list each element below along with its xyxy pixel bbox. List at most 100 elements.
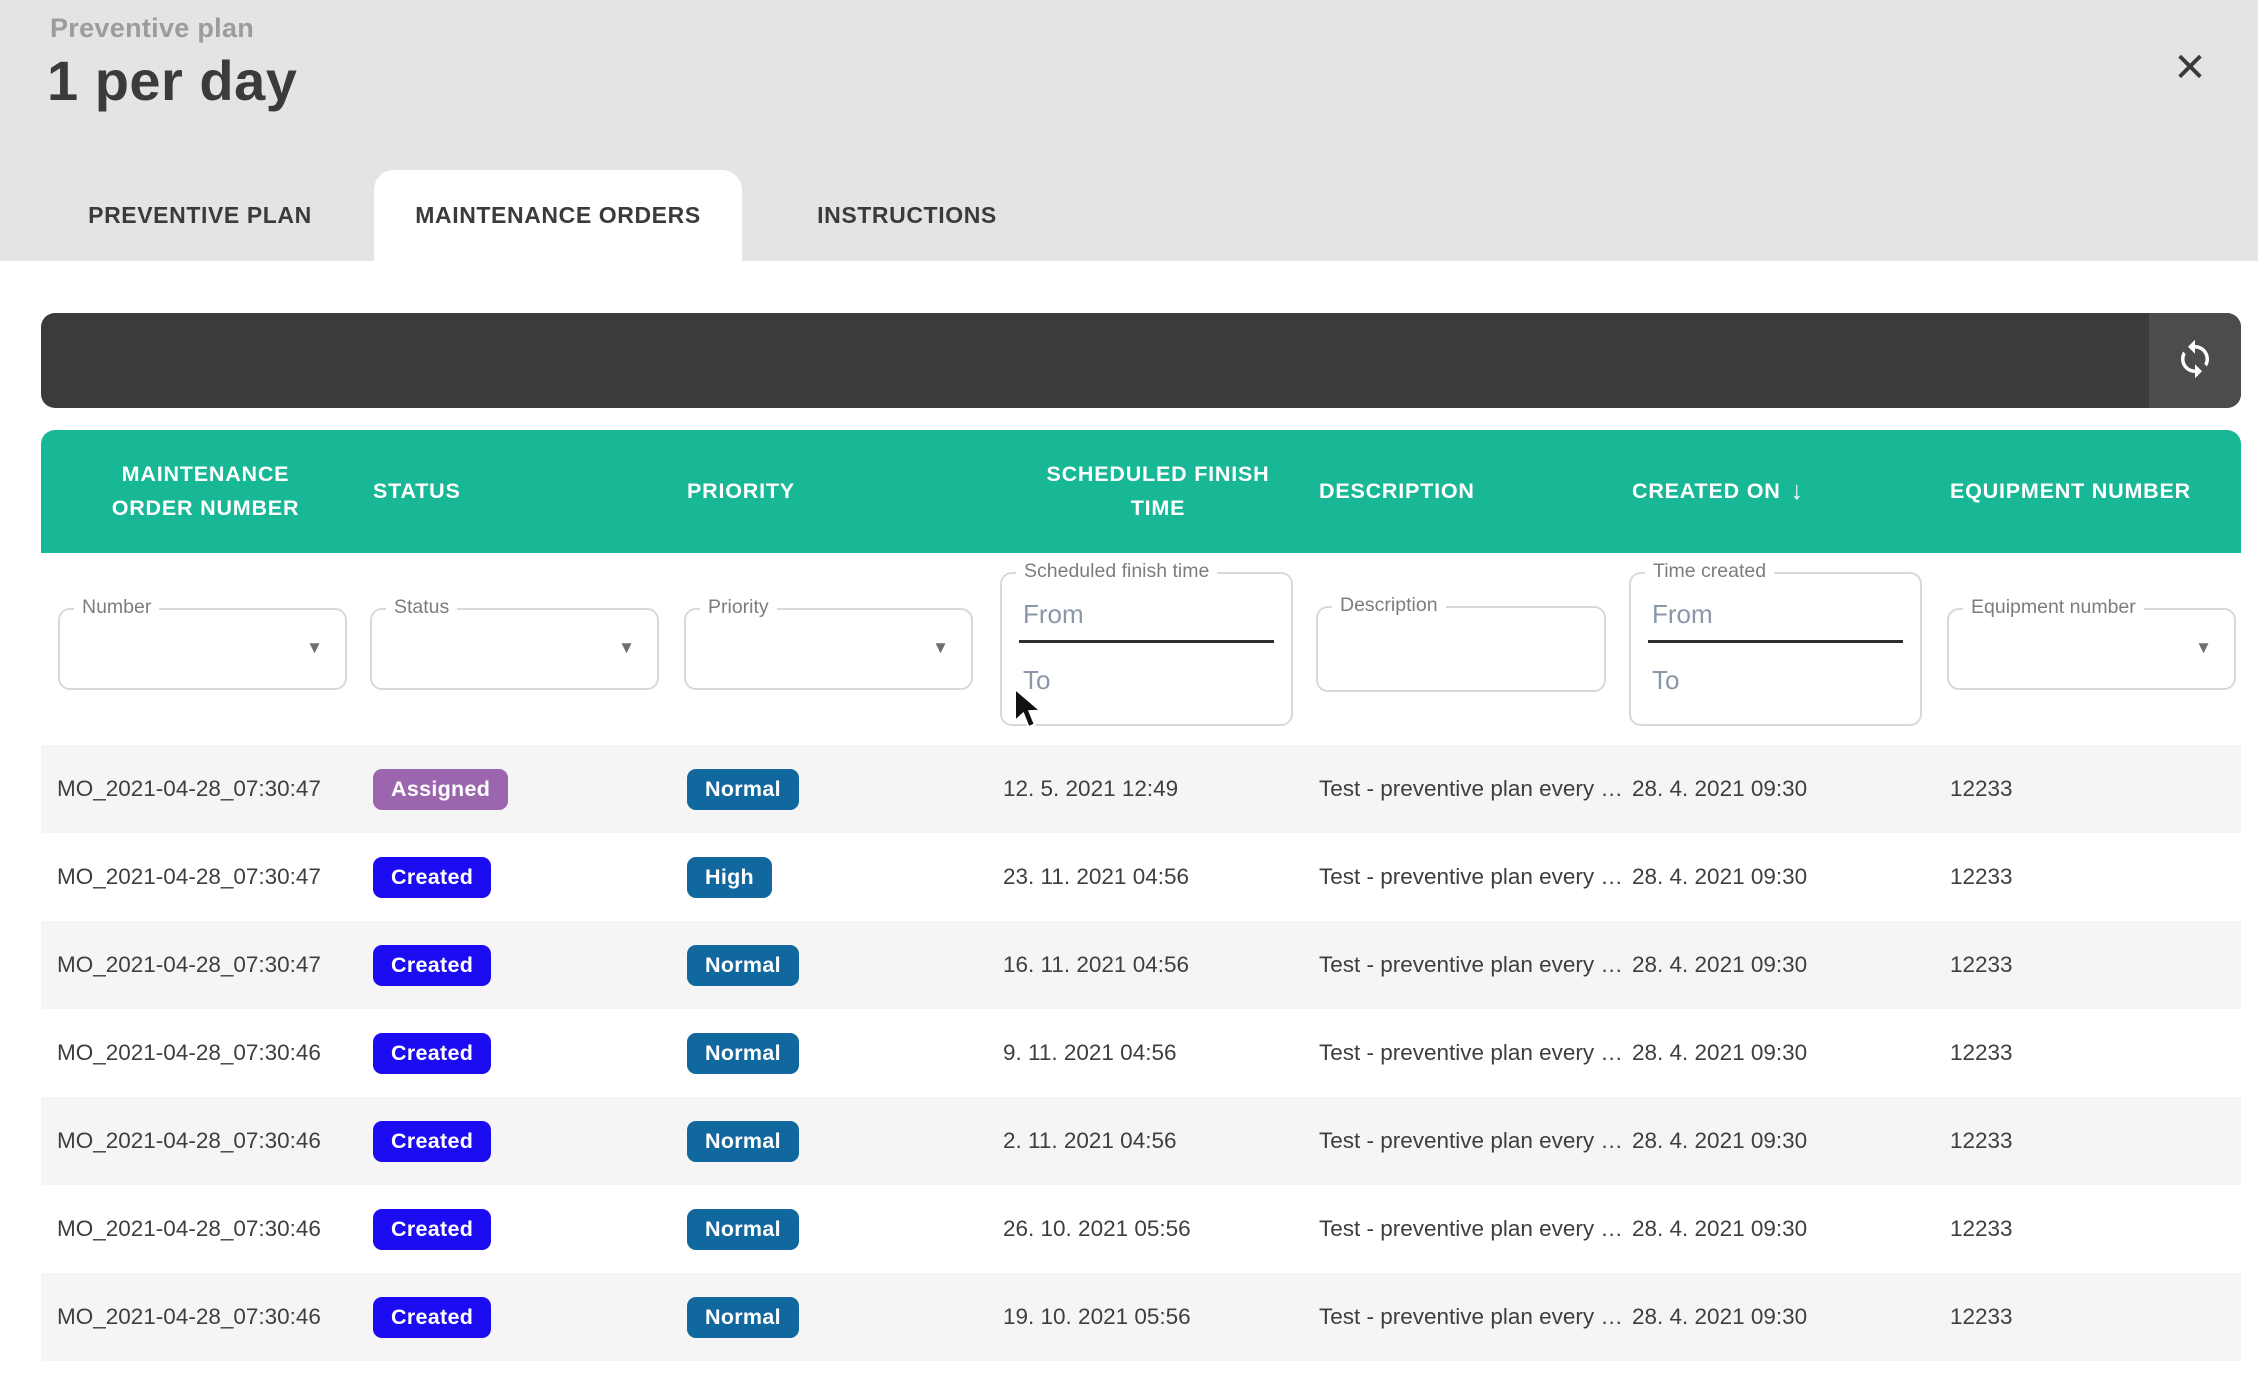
cell-created-on: 28. 4. 2021 09:30 [1629, 1304, 1947, 1330]
dialog-header: Preventive plan 1 per day ✕ PREVENTIVE P… [0, 0, 2258, 261]
cell-scheduled-finish-time: 16. 11. 2021 04:56 [1000, 952, 1316, 978]
priority-badge: Normal [687, 769, 799, 810]
status-badge: Created [373, 857, 491, 898]
close-button[interactable]: ✕ [2162, 40, 2218, 96]
cell-created-on: 28. 4. 2021 09:30 [1629, 864, 1947, 890]
column-header-maintenance-order-number[interactable]: MAINTENANCE ORDER NUMBER [41, 458, 370, 525]
cell-priority: Normal [684, 945, 1000, 986]
cell-description: Test - preventive plan every d... [1316, 776, 1629, 802]
cell-order-number: MO_2021-04-28_07:30:46 [41, 1304, 370, 1330]
refresh-icon [2174, 338, 2216, 383]
sort-desc-icon: ↓ [1791, 477, 1804, 505]
tab-preventive-plan[interactable]: PREVENTIVE PLAN [26, 170, 374, 261]
tab-bar: PREVENTIVE PLAN MAINTENANCE ORDERS INSTR… [26, 170, 1072, 261]
status-badge: Created [373, 1209, 491, 1250]
cell-status: Created [370, 1209, 684, 1250]
column-header-description[interactable]: DESCRIPTION [1316, 475, 1629, 508]
filter-number-select[interactable]: Number ▼ [58, 608, 347, 690]
filter-equipment-number-label: Equipment number [1963, 596, 2144, 619]
priority-badge: Normal [687, 1033, 799, 1074]
cell-scheduled-finish-time: 26. 10. 2021 05:56 [1000, 1216, 1316, 1242]
chevron-down-icon: ▼ [2195, 638, 2212, 658]
tab-instructions[interactable]: INSTRUCTIONS [742, 170, 1072, 261]
cell-order-number: MO_2021-04-28_07:30:46 [41, 1216, 370, 1242]
cell-equipment-number: 12233 [1947, 1040, 2241, 1066]
filter-scheduled-finish-time: Scheduled finish time [1000, 572, 1293, 726]
cell-equipment-number: 12233 [1947, 1304, 2241, 1330]
table-row[interactable]: MO_2021-04-28_07:30:46 Created Normal 26… [41, 1185, 2241, 1273]
cell-description: Test - preventive plan every d... [1316, 1128, 1629, 1154]
priority-badge: Normal [687, 1297, 799, 1338]
filter-scheduled-finish-time-label: Scheduled finish time [1016, 560, 1217, 583]
filter-number-label: Number [74, 596, 159, 619]
time-created-to-input[interactable] [1648, 651, 1903, 706]
table-row[interactable]: MO_2021-04-28_07:30:46 Created Normal 19… [41, 1273, 2241, 1361]
cell-scheduled-finish-time: 12. 5. 2021 12:49 [1000, 776, 1316, 802]
tab-content-maintenance-orders: MAINTENANCE ORDER NUMBER STATUS PRIORITY… [0, 261, 2258, 1361]
column-header-created-on[interactable]: CREATED ON↓ [1629, 472, 1947, 511]
column-header-equipment-number[interactable]: EQUIPMENT NUMBER [1947, 475, 2241, 508]
preventive-plan-dialog: Preventive plan 1 per day ✕ PREVENTIVE P… [0, 0, 2258, 1384]
filter-status-label: Status [386, 596, 457, 619]
priority-badge: Normal [687, 945, 799, 986]
time-created-from-input[interactable] [1648, 593, 1903, 643]
cell-priority: Normal [684, 769, 1000, 810]
cell-status: Created [370, 857, 684, 898]
cell-priority: High [684, 857, 1000, 898]
dialog-subtitle: Preventive plan [50, 13, 254, 44]
refresh-button[interactable] [2149, 313, 2241, 408]
cell-description: Test - preventive plan every d... [1316, 864, 1629, 890]
filter-description-label: Description [1332, 594, 1446, 617]
cell-scheduled-finish-time: 19. 10. 2021 05:56 [1000, 1304, 1316, 1330]
cell-description: Test - preventive plan every d... [1316, 1040, 1629, 1066]
cell-status: Assigned [370, 769, 684, 810]
filter-time-created: Time created [1629, 572, 1922, 726]
cell-scheduled-finish-time: 2. 11. 2021 04:56 [1000, 1128, 1316, 1154]
chevron-down-icon: ▼ [618, 638, 635, 658]
status-badge: Created [373, 945, 491, 986]
cell-priority: Normal [684, 1297, 1000, 1338]
cell-scheduled-finish-time: 9. 11. 2021 04:56 [1000, 1040, 1316, 1066]
cell-priority: Normal [684, 1033, 1000, 1074]
cell-order-number: MO_2021-04-28_07:30:47 [41, 776, 370, 802]
priority-badge: Normal [687, 1121, 799, 1162]
cell-description: Test - preventive plan every d... [1316, 1216, 1629, 1242]
column-header-scheduled-finish-time[interactable]: SCHEDULED FINISH TIME [1000, 458, 1316, 525]
cell-status: Created [370, 1121, 684, 1162]
filter-row: Number ▼ Status ▼ Priority ▼ Scheduled f… [41, 553, 2241, 745]
filter-priority-select[interactable]: Priority ▼ [684, 608, 973, 690]
column-header-priority[interactable]: PRIORITY [684, 475, 1000, 508]
status-badge: Created [373, 1033, 491, 1074]
cell-status: Created [370, 1297, 684, 1338]
scheduled-to-input[interactable] [1019, 651, 1274, 706]
cell-created-on: 28. 4. 2021 09:30 [1629, 1040, 1947, 1066]
cell-status: Created [370, 1033, 684, 1074]
table-header-row: MAINTENANCE ORDER NUMBER STATUS PRIORITY… [41, 430, 2241, 553]
filter-status-select[interactable]: Status ▼ [370, 608, 659, 690]
filter-priority-label: Priority [700, 596, 777, 619]
filter-time-created-label: Time created [1645, 560, 1774, 583]
cell-equipment-number: 12233 [1947, 776, 2241, 802]
table-row[interactable]: MO_2021-04-28_07:30:46 Created Normal 2.… [41, 1097, 2241, 1185]
cell-equipment-number: 12233 [1947, 1128, 2241, 1154]
cell-equipment-number: 12233 [1947, 952, 2241, 978]
filter-description-input[interactable]: Description [1316, 606, 1606, 692]
cell-scheduled-finish-time: 23. 11. 2021 04:56 [1000, 864, 1316, 890]
cell-description: Test - preventive plan every d... [1316, 1304, 1629, 1330]
scheduled-from-input[interactable] [1019, 593, 1274, 643]
cell-priority: Normal [684, 1209, 1000, 1250]
chevron-down-icon: ▼ [306, 638, 323, 658]
table-row[interactable]: MO_2021-04-28_07:30:47 Created High 23. … [41, 833, 2241, 921]
table-row[interactable]: MO_2021-04-28_07:30:47 Assigned Normal 1… [41, 745, 2241, 833]
table-row[interactable]: MO_2021-04-28_07:30:47 Created Normal 16… [41, 921, 2241, 1009]
filter-equipment-number-select[interactable]: Equipment number ▼ [1947, 608, 2236, 690]
column-header-status[interactable]: STATUS [370, 475, 684, 508]
cell-priority: Normal [684, 1121, 1000, 1162]
cell-created-on: 28. 4. 2021 09:30 [1629, 1216, 1947, 1242]
tab-maintenance-orders[interactable]: MAINTENANCE ORDERS [374, 170, 742, 261]
status-badge: Created [373, 1297, 491, 1338]
cell-status: Created [370, 945, 684, 986]
chevron-down-icon: ▼ [932, 638, 949, 658]
priority-badge: Normal [687, 1209, 799, 1250]
table-row[interactable]: MO_2021-04-28_07:30:46 Created Normal 9.… [41, 1009, 2241, 1097]
